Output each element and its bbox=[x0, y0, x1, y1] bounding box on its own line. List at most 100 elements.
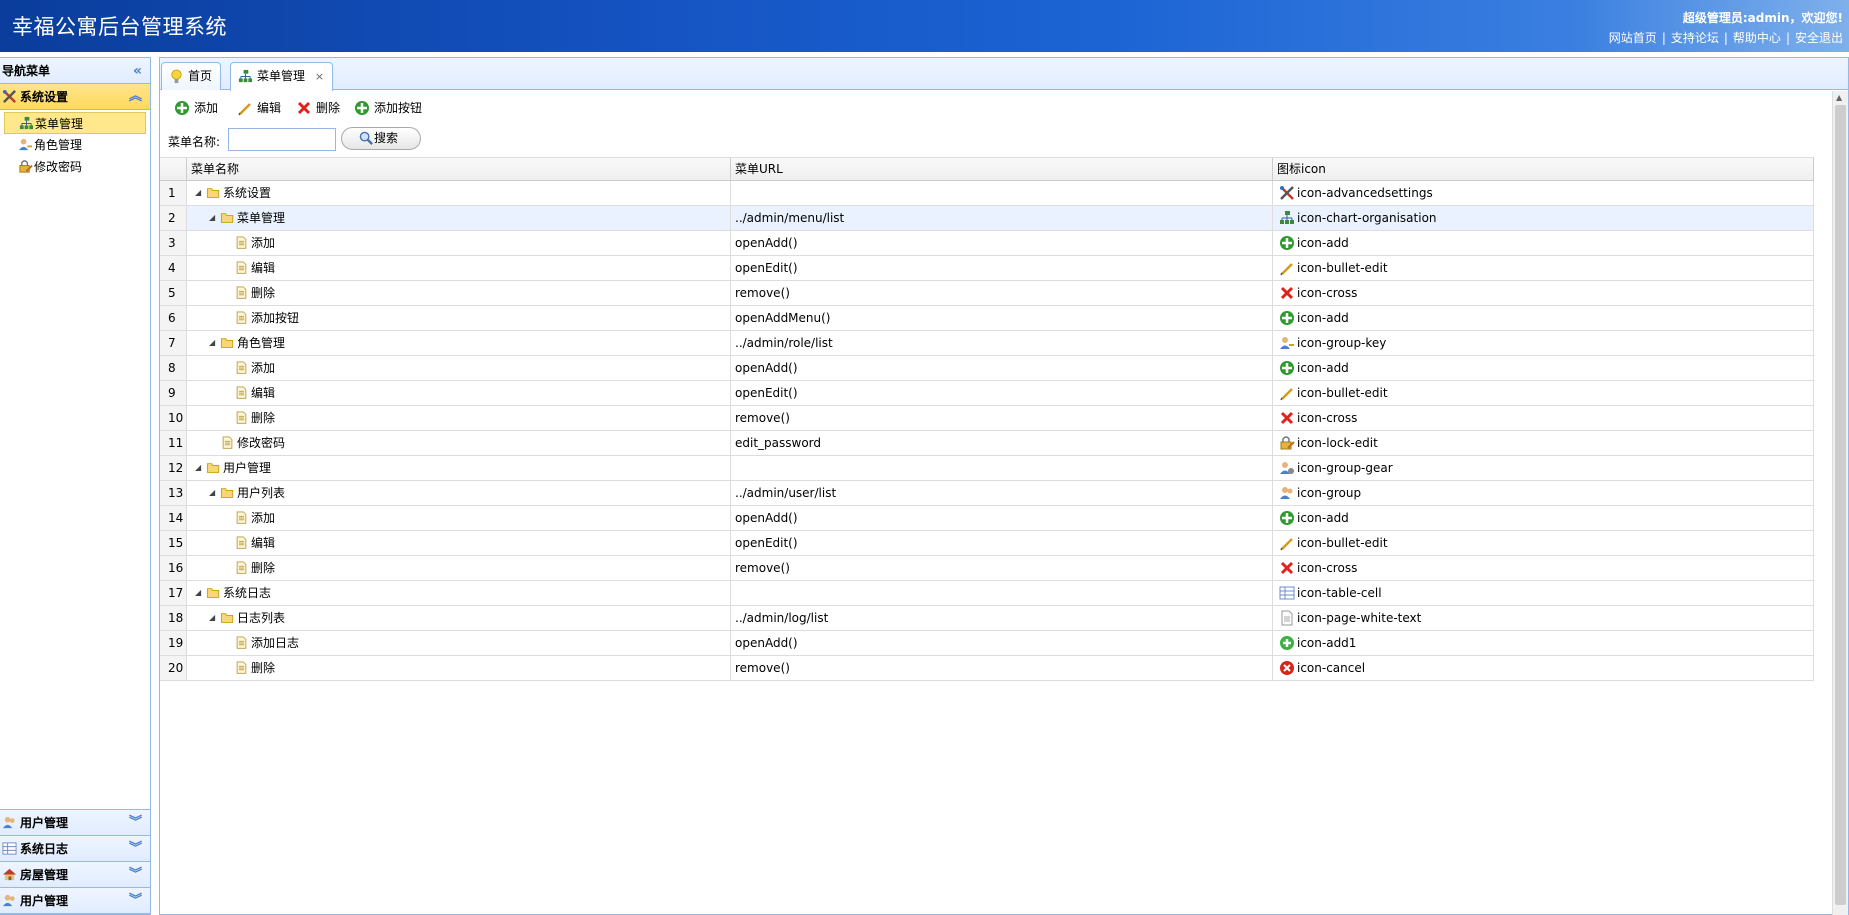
menu-url-cell: remove() bbox=[731, 656, 1273, 680]
sidebar-section-user-management-2[interactable]: 用户管理 ︾ bbox=[0, 888, 150, 914]
tree-expand-icon[interactable]: ◢ bbox=[195, 181, 201, 205]
menu-url-cell: edit_password bbox=[731, 431, 1273, 455]
table-row[interactable]: 20 删除 remove() icon-cancel bbox=[160, 656, 1814, 681]
menu-name-cell: ◢ 用户管理 bbox=[187, 456, 731, 480]
file-icon bbox=[236, 536, 247, 549]
column-header-url[interactable]: 菜单URL bbox=[731, 158, 1273, 181]
link-help[interactable]: 帮助中心 bbox=[1733, 31, 1781, 45]
sidebar-section-user-management[interactable]: 用户管理 ︾ bbox=[0, 810, 150, 836]
menu-icon-text: icon-page-white-text bbox=[1297, 611, 1422, 625]
table-row[interactable]: 2 ◢ 菜单管理 ../admin/menu/list icon-chart-organ… bbox=[160, 206, 1814, 231]
table-row[interactable]: 14 添加 openAdd() icon-add bbox=[160, 506, 1814, 531]
menu-name-cell: ◢ 系统设置 bbox=[187, 181, 731, 205]
scrollbar-thumb[interactable] bbox=[1835, 105, 1846, 905]
menu-icon-cell: icon-cross bbox=[1273, 281, 1814, 305]
table-row[interactable]: 1 ◢ 系统设置 icon-advancedsettings bbox=[160, 181, 1814, 206]
sidebar-section-label: 系统日志 bbox=[20, 842, 69, 856]
add-button[interactable]: 添加 bbox=[173, 97, 218, 119]
sidebar-item-change-password[interactable]: 修改密码 bbox=[4, 156, 146, 178]
remove-button[interactable]: 删除 bbox=[295, 97, 340, 119]
menu-icon-cell: icon-chart-organisation bbox=[1273, 206, 1814, 230]
folder-open-icon bbox=[220, 338, 234, 348]
tree-expand-icon[interactable]: ◢ bbox=[209, 481, 215, 505]
table-row[interactable]: 3 添加 openAdd() icon-add bbox=[160, 231, 1814, 256]
menu-icon-cell: icon-cross bbox=[1273, 556, 1814, 580]
search-button[interactable]: 搜索 bbox=[341, 127, 421, 150]
menu-icon-text: icon-add1 bbox=[1297, 636, 1357, 650]
page-white-text-icon bbox=[1281, 610, 1293, 626]
menu-url-cell: remove() bbox=[731, 556, 1273, 580]
add-icon bbox=[355, 101, 369, 115]
chevron-down-icon[interactable]: ︾ bbox=[129, 888, 142, 914]
add-menu-button[interactable]: 添加按钮 bbox=[353, 97, 422, 119]
menu-icon-text: icon-add bbox=[1297, 361, 1349, 375]
menu-name-text: 删除 bbox=[251, 561, 276, 575]
sidebar-section-system-settings[interactable]: 系统设置 ︽ bbox=[0, 84, 150, 110]
table-row[interactable]: 13 ◢ 用户列表 ../admin/user/list icon-group bbox=[160, 481, 1814, 506]
menu-icon-text: icon-bullet-edit bbox=[1297, 261, 1388, 275]
sidebar-section-system-log[interactable]: 系统日志 ︾ bbox=[0, 836, 150, 862]
tree-expand-icon[interactable]: ◢ bbox=[209, 606, 215, 630]
column-header-icon[interactable]: 图标icon bbox=[1273, 158, 1814, 181]
menu-icon-cell: icon-page-white-text bbox=[1273, 606, 1814, 630]
grid-body: 1 ◢ 系统设置 icon-advancedsettings 2 ◢ 菜单管理 ../admi… bbox=[160, 181, 1814, 681]
row-number: 10 bbox=[160, 406, 187, 430]
menu-name-cell: 删除 bbox=[187, 556, 731, 580]
menu-icon-cell: icon-bullet-edit bbox=[1273, 256, 1814, 280]
sidebar-item-menu-management[interactable]: 菜单管理 bbox=[4, 112, 146, 134]
tree-expand-icon[interactable]: ◢ bbox=[195, 456, 201, 480]
menu-url-cell bbox=[731, 181, 1273, 205]
file-icon bbox=[236, 411, 247, 424]
menu-url-cell: openEdit() bbox=[731, 381, 1273, 405]
tab-menu-management[interactable]: 菜单管理 × bbox=[230, 62, 334, 91]
table-row[interactable]: 19 添加日志 openAdd() icon-add1 bbox=[160, 631, 1814, 656]
chart-organisation-icon bbox=[19, 116, 34, 130]
close-icon[interactable]: × bbox=[315, 70, 324, 83]
menu-name-text: 添加 bbox=[251, 511, 276, 525]
menu-name-search-input[interactable] bbox=[228, 128, 336, 151]
menu-name-cell: 删除 bbox=[187, 281, 731, 305]
folder-open-icon bbox=[220, 488, 234, 498]
menu-url-cell: openAdd() bbox=[731, 231, 1273, 255]
table-row[interactable]: 16 删除 remove() icon-cross bbox=[160, 556, 1814, 581]
chevron-down-icon[interactable]: ︾ bbox=[129, 862, 142, 888]
chevron-down-icon[interactable]: ︾ bbox=[129, 836, 142, 862]
table-row[interactable]: 5 删除 remove() icon-cross bbox=[160, 281, 1814, 306]
tree-expand-icon[interactable]: ◢ bbox=[195, 581, 201, 605]
tree-expand-icon[interactable]: ◢ bbox=[209, 331, 215, 355]
tree-expand-icon[interactable]: ◢ bbox=[209, 206, 215, 230]
table-row[interactable]: 17 ◢ 系统日志 icon-table-cell bbox=[160, 581, 1814, 606]
table-row[interactable]: 18 ◢ 日志列表 ../admin/log/list icon-page-white-… bbox=[160, 606, 1814, 631]
table-row[interactable]: 4 编辑 openEdit() icon-bullet-edit bbox=[160, 256, 1814, 281]
scroll-up-icon[interactable]: ▲ bbox=[1836, 93, 1842, 102]
tab-home[interactable]: 首页 bbox=[161, 62, 222, 90]
row-number-header bbox=[160, 158, 187, 181]
column-header-name[interactable]: 菜单名称 bbox=[187, 158, 731, 181]
menu-icon-text: icon-cross bbox=[1297, 286, 1358, 300]
vertical-scrollbar[interactable]: ▲ bbox=[1832, 91, 1848, 915]
link-home[interactable]: 网站首页 bbox=[1609, 31, 1657, 45]
grid-header: 菜单名称 菜单URL 图标icon bbox=[160, 157, 1814, 181]
table-row[interactable]: 7 ◢ 角色管理 ../admin/role/list icon-group-key bbox=[160, 331, 1814, 356]
add-button-label: 添加 bbox=[194, 101, 219, 115]
bullet-edit-icon bbox=[1280, 538, 1293, 551]
menu-name-cell: 修改密码 bbox=[187, 431, 731, 455]
table-row[interactable]: 15 编辑 openEdit() icon-bullet-edit bbox=[160, 531, 1814, 556]
lock-edit-icon bbox=[19, 160, 33, 173]
link-forum[interactable]: 支持论坛 bbox=[1671, 31, 1719, 45]
edit-button[interactable]: 编辑 bbox=[236, 97, 281, 119]
link-logout[interactable]: 安全退出 bbox=[1795, 31, 1843, 45]
table-row[interactable]: 9 编辑 openEdit() icon-bullet-edit bbox=[160, 381, 1814, 406]
collapse-icon[interactable]: « bbox=[133, 58, 142, 84]
sidebar-section-house-management[interactable]: 房屋管理 ︾ bbox=[0, 862, 150, 888]
cross-icon bbox=[1280, 561, 1294, 575]
table-row[interactable]: 11 修改密码 edit_password icon-lock-edit bbox=[160, 431, 1814, 456]
table-row[interactable]: 8 添加 openAdd() icon-add bbox=[160, 356, 1814, 381]
table-row[interactable]: 12 ◢ 用户管理 icon-group-gear bbox=[160, 456, 1814, 481]
menu-icon-text: icon-table-cell bbox=[1297, 586, 1382, 600]
chevron-up-icon[interactable]: ︽ bbox=[129, 84, 142, 110]
sidebar-item-role-management[interactable]: 角色管理 bbox=[4, 134, 146, 156]
table-row[interactable]: 10 删除 remove() icon-cross bbox=[160, 406, 1814, 431]
table-row[interactable]: 6 添加按钮 openAddMenu() icon-add bbox=[160, 306, 1814, 331]
chevron-down-icon[interactable]: ︾ bbox=[129, 810, 142, 836]
